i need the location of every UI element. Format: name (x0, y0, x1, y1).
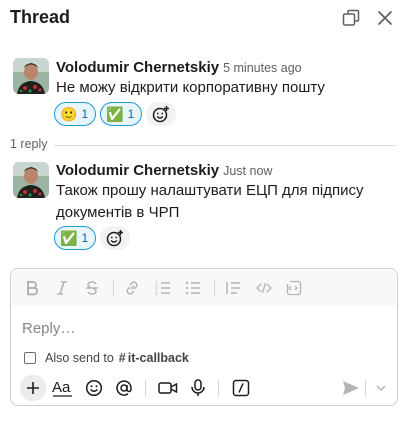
message-header: Volodumir Chernetskiy Just now (56, 162, 272, 180)
strikethrough-button[interactable] (82, 278, 102, 298)
message-text: Не можу відкрити корпоративну пошту (56, 79, 325, 96)
add-reaction-button[interactable] (100, 226, 131, 250)
reaction-count: 1 (127, 107, 135, 121)
reaction-count: 1 (81, 231, 89, 245)
add-reaction-button[interactable] (146, 102, 177, 126)
close-button[interactable] (373, 6, 397, 30)
chevron-down-icon (376, 385, 386, 392)
ordered-list-button[interactable]: 123 (153, 278, 173, 298)
text-format-icon: Aa (52, 379, 72, 397)
thread-title: Thread (10, 7, 71, 27)
reply-count: 1 reply (10, 137, 54, 151)
avatar[interactable] (13, 58, 49, 94)
reactions-bar: ✅ 1 (54, 226, 131, 250)
toolbar-divider (214, 280, 215, 297)
author-name[interactable]: Volodumir Chernetskiy (56, 59, 219, 76)
toolbar-divider (145, 380, 146, 397)
popout-button[interactable] (339, 6, 363, 30)
reactions-bar: 🙂 1 ✅ 1 (54, 102, 177, 126)
reaction-count: 1 (81, 107, 89, 121)
emoji-icon (85, 379, 103, 397)
add-emoji-icon (106, 230, 124, 247)
channel-name[interactable]: it-callback (128, 351, 189, 365)
also-send-checkbox[interactable] (24, 352, 36, 364)
reaction-white-check-mark[interactable]: ✅ 1 (54, 226, 97, 250)
formatting-toggle-button[interactable]: Aa (51, 376, 75, 400)
user-avatar-icon (13, 162, 49, 198)
strikethrough-icon (86, 281, 98, 295)
divider-line (54, 145, 396, 146)
popout-icon (342, 9, 360, 26)
user-avatar-icon (13, 58, 49, 94)
code-block-button[interactable] (284, 278, 304, 298)
toolbar-divider (218, 380, 219, 397)
message-text: Також прошу налаштувати ЕЦП для підпису … (56, 182, 364, 221)
add-emoji-icon (153, 106, 170, 123)
slash-command-icon (232, 379, 250, 397)
message-header: Volodumir Chernetskiy 5 minutes ago (56, 59, 302, 77)
slash-commands-button[interactable] (229, 376, 253, 400)
message-timestamp[interactable]: 5 minutes ago (223, 61, 302, 75)
video-camera-icon (158, 382, 178, 394)
message-timestamp[interactable]: Just now (223, 164, 272, 178)
italic-icon (57, 281, 67, 295)
send-options-button[interactable] (369, 376, 393, 400)
blockquote-button[interactable] (223, 278, 243, 298)
close-icon (378, 11, 392, 25)
channel-hash-icon: # (118, 351, 126, 365)
italic-button[interactable] (52, 278, 72, 298)
link-button[interactable] (122, 278, 142, 298)
bold-icon (27, 281, 39, 296)
slightly-smiling-face-icon: 🙂 (60, 106, 78, 122)
svg-text:Aa: Aa (52, 379, 71, 396)
code-button[interactable] (254, 278, 274, 298)
code-block-icon (286, 280, 302, 296)
avatar[interactable] (13, 162, 49, 198)
record-audio-button[interactable] (186, 376, 210, 400)
mention-button[interactable] (112, 376, 136, 400)
send-icon (343, 381, 359, 395)
send-button[interactable] (339, 376, 363, 400)
bulleted-list-button[interactable] (183, 278, 203, 298)
emoji-button[interactable] (82, 376, 106, 400)
author-name[interactable]: Volodumir Chernetskiy (56, 162, 219, 179)
link-icon (126, 281, 138, 295)
code-icon (256, 282, 272, 294)
bold-button[interactable] (22, 278, 42, 298)
record-video-button[interactable] (156, 376, 180, 400)
reaction-slightly-smiling-face[interactable]: 🙂 1 (54, 102, 97, 126)
reaction-white-check-mark[interactable]: ✅ 1 (100, 102, 143, 126)
ordered-list-icon: 123 (155, 281, 170, 296)
formatting-toolbar: 123 (12, 270, 396, 306)
at-sign-icon (116, 380, 132, 396)
bulleted-list-icon (185, 281, 200, 295)
white-check-mark-icon: ✅ (60, 230, 78, 246)
thread-header: Thread (0, 0, 400, 36)
toolbar-divider (365, 380, 366, 397)
blockquote-icon (226, 282, 240, 294)
svg-text:3: 3 (155, 291, 158, 296)
toolbar-divider (113, 280, 114, 297)
reply-composer: 123 Also send to #it-callback Aa (10, 268, 398, 406)
reply-count-divider: 1 reply (0, 137, 400, 153)
also-send-label: Also send to (45, 351, 114, 365)
reply-input[interactable] (22, 317, 382, 339)
white-check-mark-icon: ✅ (106, 106, 124, 122)
microphone-icon (191, 379, 205, 396)
also-send-option: Also send to # it-callback (24, 351, 189, 365)
attach-button[interactable] (20, 375, 46, 401)
plus-icon (27, 382, 39, 394)
